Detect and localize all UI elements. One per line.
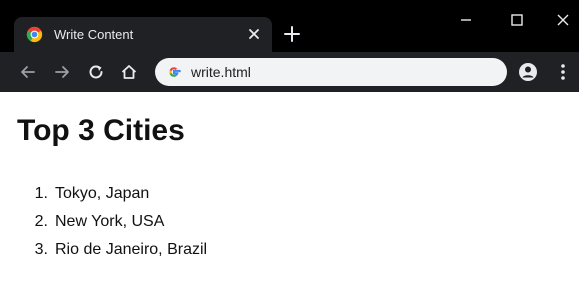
list-item: 3. Rio de Janeiro, Brazil	[17, 236, 207, 264]
city-name: Rio de Janeiro, Brazil	[55, 241, 208, 258]
back-arrow-icon[interactable]	[19, 63, 37, 81]
list-number: 2.	[34, 213, 48, 230]
tab-title: Write Content	[54, 27, 134, 42]
list-number: 3.	[34, 241, 48, 258]
city-name: Tokyo, Japan	[55, 185, 150, 202]
menu-dots-icon[interactable]	[555, 63, 571, 81]
forward-arrow-icon[interactable]	[53, 63, 71, 81]
browser-window: Write Content write.html Top 3 Cities 1.…	[0, 0, 579, 290]
tab-write-content[interactable]: Write Content	[14, 17, 272, 52]
list-number: 1.	[34, 185, 48, 202]
home-icon[interactable]	[120, 63, 138, 81]
close-icon[interactable]	[553, 10, 573, 30]
account-icon[interactable]	[518, 62, 538, 82]
chrome-logo-icon	[26, 26, 43, 43]
page-heading: Top 3 Cities	[17, 114, 185, 147]
tab-close-icon[interactable]	[245, 25, 263, 43]
tab-strip: Write Content	[0, 0, 579, 52]
url-text: write.html	[191, 64, 251, 80]
page-content: Top 3 Cities 1. Tokyo, Japan 2. New York, …	[0, 92, 579, 290]
minimize-icon[interactable]	[456, 10, 476, 30]
maximize-icon[interactable]	[507, 10, 527, 30]
list-item: 1. Tokyo, Japan	[17, 180, 207, 208]
city-name: New York, USA	[55, 213, 165, 230]
reload-icon[interactable]	[87, 63, 105, 81]
city-list: 1. Tokyo, Japan 2. New York, USA 3. Rio de …	[17, 180, 207, 264]
list-item: 2. New York, USA	[17, 208, 207, 236]
address-bar[interactable]: write.html	[155, 58, 507, 86]
new-tab-plus-icon[interactable]	[283, 25, 301, 43]
google-g-icon	[169, 67, 181, 77]
browser-toolbar: write.html	[0, 52, 579, 92]
